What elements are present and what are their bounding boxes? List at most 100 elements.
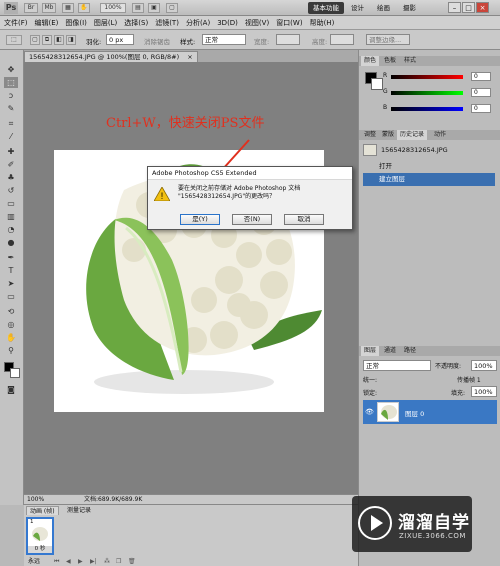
prev-frame-icon[interactable]: ◀ [66,557,71,566]
arrange-icon[interactable]: ▣ [148,3,160,13]
background-color-swatch[interactable] [10,368,20,378]
path-select-icon[interactable]: ➤ [4,278,18,289]
workspace-photography[interactable]: 摄影 [398,2,421,14]
lasso-tool-icon[interactable]: ↄ [4,90,18,101]
animation-frame[interactable]: 1 0 秒 [26,517,54,555]
type-tool-icon[interactable]: T [4,265,18,276]
document-tab[interactable]: 1565428312654.JPG @ 100%(图层 0, RGB/8#) × [24,51,198,62]
opacity-input[interactable]: 100% [471,360,497,371]
tab-history[interactable]: 历史记录 [397,130,428,140]
height-input[interactable] [330,34,354,45]
style-select[interactable]: 正常 [202,34,246,45]
quick-mask-icon[interactable]: ◙ [4,384,18,395]
blend-mode-select[interactable]: 正常 [363,360,431,371]
blue-slider[interactable]: B 0 [383,104,493,114]
zoom-level-select[interactable]: 100% [100,3,126,13]
quick-select-tool-icon[interactable]: ✎ [4,103,18,114]
menu-image[interactable]: 图像(I) [65,18,87,28]
tab-actions[interactable]: 动作 [431,130,449,140]
propagate-frame-checkbox[interactable]: 传播帧 1 [457,375,481,384]
status-zoom[interactable]: 100% [27,495,44,504]
tab-styles[interactable]: 样式 [401,56,419,66]
hand-tool-icon[interactable]: ✋ [4,332,18,343]
bridge-icon[interactable]: Br [24,3,38,13]
minimize-icon[interactable]: – [448,2,461,13]
history-snapshot[interactable]: 1565428312654.JPG [381,144,491,157]
tab-measurement-log[interactable]: 测量记录 [64,506,94,515]
tab-paths[interactable]: 路径 [401,346,419,356]
tab-channels[interactable]: 通道 [381,346,399,356]
3d-orbit-icon[interactable]: ◎ [4,319,18,330]
next-frame-icon[interactable]: ▶| [90,557,97,566]
screen-mode-icon[interactable]: ▢ [166,3,178,13]
add-selection-icon[interactable]: ⧉ [42,35,52,45]
close-tab-icon[interactable]: × [187,53,192,61]
guides-icon[interactable]: ▦ [62,3,74,13]
healing-brush-icon[interactable]: ✚ [4,146,18,157]
refine-edge-button[interactable]: 调整边缘... [366,34,410,45]
restore-icon[interactable]: □ [462,2,475,13]
loop-select[interactable]: 永远 [28,557,40,566]
marquee-preset-icon[interactable]: ⬚ [6,35,22,45]
brush-tool-icon[interactable]: ✐ [4,159,18,170]
yes-button[interactable]: 是(Y) [180,214,220,225]
history-step-new-layer[interactable]: 建立图层 [363,173,495,186]
menu-3d[interactable]: 3D(D) [217,19,238,27]
tab-layers[interactable]: 图层 [361,346,380,356]
intersect-selection-icon[interactable]: ◨ [66,35,76,45]
workspace-essentials[interactable]: 基本功能 [308,2,344,14]
tab-swatches[interactable]: 色板 [381,56,399,66]
gradient-tool-icon[interactable]: ▥ [4,211,18,222]
duplicate-frame-icon[interactable]: ❐ [116,557,121,566]
clone-stamp-icon[interactable]: ♣ [4,172,18,183]
menu-window[interactable]: 窗口(W) [276,18,302,28]
crop-tool-icon[interactable]: ⌗ [4,118,18,129]
blue-track[interactable] [391,107,463,111]
no-button[interactable]: 否(N) [232,214,272,225]
workspace-painting[interactable]: 绘画 [372,2,395,14]
eraser-tool-icon[interactable]: ▭ [4,198,18,209]
zoom-tool-icon[interactable]: ⚲ [4,345,18,356]
play-icon[interactable]: ▶ [78,557,83,566]
tab-masks[interactable]: 蒙版 [379,130,397,140]
subtract-selection-icon[interactable]: ◧ [54,35,64,45]
menu-filter[interactable]: 滤镜(T) [155,18,179,28]
menu-edit[interactable]: 编辑(E) [35,18,59,28]
red-slider[interactable]: R 0 [383,72,493,82]
pen-tool-icon[interactable]: ✒ [4,252,18,263]
first-frame-icon[interactable]: ⏮ [54,557,59,566]
move-tool-icon[interactable]: ✥ [4,64,18,75]
history-brush-icon[interactable]: ↺ [4,185,18,196]
blur-tool-icon[interactable]: ◔ [4,224,18,235]
eyedropper-tool-icon[interactable]: ⁄ [4,131,18,142]
green-track[interactable] [391,91,463,95]
green-value[interactable]: 0 [471,88,491,97]
menu-help[interactable]: 帮助(H) [310,18,335,28]
layer-name[interactable]: 图层 0 [405,408,424,418]
marquee-tool-icon[interactable]: ⬚ [4,77,18,88]
fill-input[interactable]: 100% [471,386,497,397]
tab-color[interactable]: 颜色 [361,56,380,66]
minibridge-icon[interactable]: Mb [42,3,56,13]
feather-input[interactable]: 0 px [106,34,134,45]
red-track[interactable] [391,75,463,79]
close-icon[interactable]: × [476,2,489,13]
workspace-design[interactable]: 设计 [346,2,369,14]
color-background-swatch[interactable] [371,78,383,90]
menu-analysis[interactable]: 分析(A) [186,18,210,28]
frame-delay[interactable]: 0 秒 [28,546,52,553]
visibility-eye-icon[interactable]: 👁 [365,408,374,416]
dodge-tool-icon[interactable]: ● [4,237,18,248]
blue-value[interactable]: 0 [471,104,491,113]
history-step-open[interactable]: 打开 [363,160,495,173]
3d-rotate-icon[interactable]: ⟲ [4,306,18,317]
menu-file[interactable]: 文件(F) [4,18,28,28]
menu-layer[interactable]: 图层(L) [94,18,117,28]
tab-adjustments[interactable]: 调整 [361,130,379,140]
width-input[interactable] [276,34,300,45]
green-slider[interactable]: G 0 [383,88,493,98]
menu-view[interactable]: 视图(V) [245,18,269,28]
cancel-button[interactable]: 取消 [284,214,324,225]
red-value[interactable]: 0 [471,72,491,81]
delete-frame-icon[interactable]: 🗑 [128,557,136,566]
